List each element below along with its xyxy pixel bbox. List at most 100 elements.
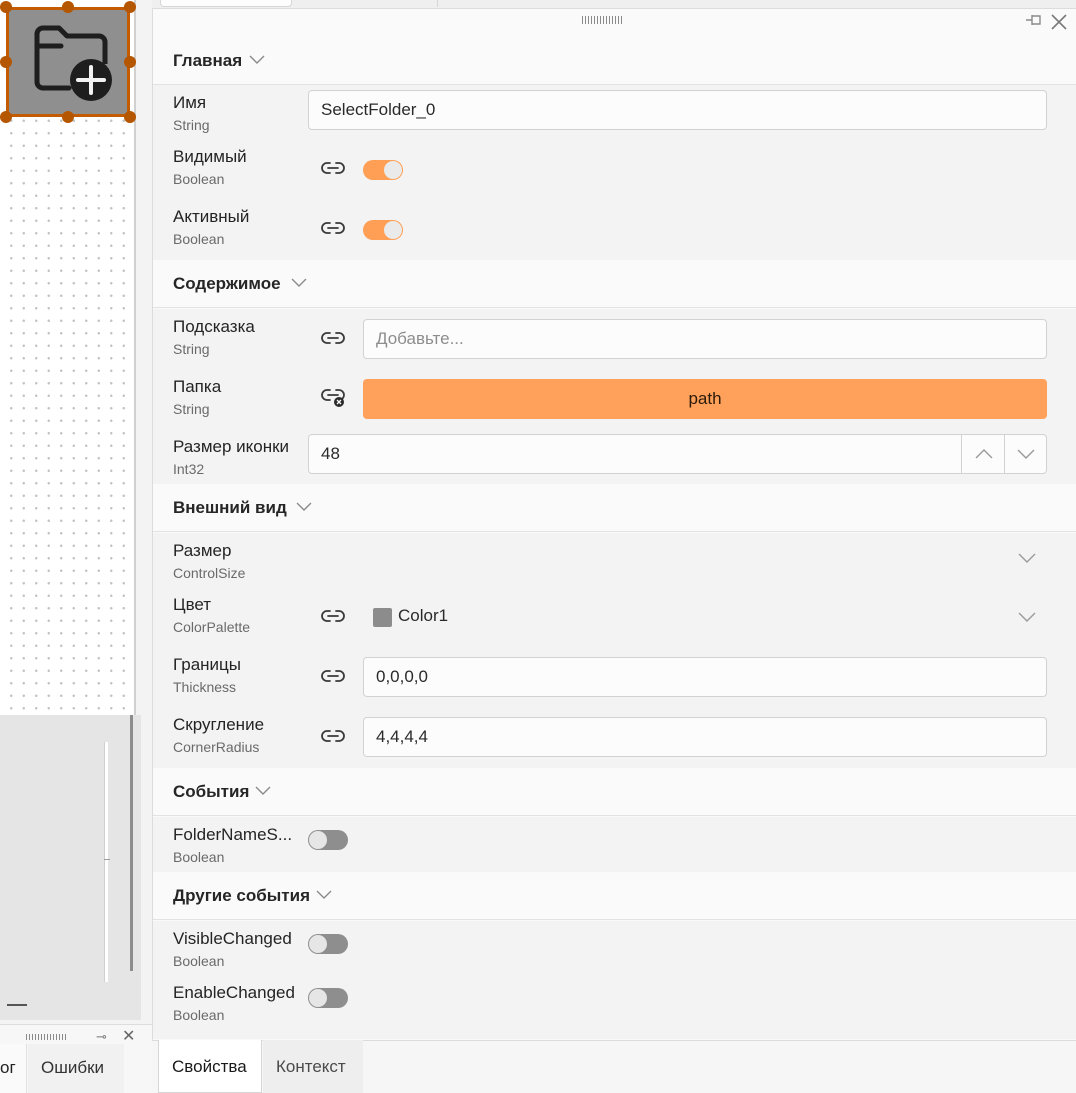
enable-changed-toggle[interactable] — [308, 988, 348, 1008]
prop-folder-type: String — [173, 401, 210, 417]
section-events-title: События — [173, 782, 250, 801]
link-icon[interactable] — [321, 330, 345, 346]
folder-path-button[interactable]: path — [363, 379, 1047, 419]
color-swatch[interactable] — [373, 608, 392, 627]
panel-grip-icon[interactable] — [582, 16, 624, 24]
link-icon[interactable] — [321, 728, 345, 744]
section-events-header[interactable]: События — [153, 768, 1076, 816]
minimize-bar-icon[interactable] — [7, 1004, 27, 1006]
hint-input[interactable]: Добавьте... — [363, 319, 1047, 359]
splitter-line[interactable] — [130, 715, 133, 971]
scrollbar-tick — [104, 859, 110, 860]
tab-log[interactable]: ог — [0, 1044, 27, 1093]
visible-toggle[interactable] — [363, 160, 403, 180]
link-icon[interactable] — [321, 220, 345, 236]
pin-icon[interactable] — [1024, 12, 1044, 28]
prop-color-type: ColorPalette — [173, 619, 251, 635]
chevron-down-icon[interactable] — [296, 502, 312, 512]
chevron-down-icon[interactable] — [1018, 612, 1036, 622]
tab-context[interactable]: Контекст — [263, 1040, 363, 1093]
close-icon[interactable]: ✕ — [122, 1026, 135, 1046]
tab-errors[interactable]: Ошибки — [28, 1044, 124, 1093]
chevron-down-icon[interactable] — [291, 278, 307, 288]
prop-borders-type: Thickness — [173, 679, 237, 695]
section-appearance-header[interactable]: Внешний вид — [153, 484, 1076, 532]
resize-handle-se[interactable] — [124, 111, 136, 123]
section-appearance-title: Внешний вид — [173, 498, 287, 517]
name-input[interactable]: SelectFolder_0 — [308, 90, 1047, 130]
visible-changed-toggle[interactable] — [308, 934, 348, 954]
prop-visible-type: Boolean — [173, 171, 225, 187]
prop-name-type: String — [173, 117, 210, 133]
prop-folder-name-selected-type: Boolean — [173, 849, 225, 865]
tab-properties[interactable]: Свойства — [158, 1040, 262, 1093]
prop-visible-changed-label: VisibleChanged — [173, 929, 292, 948]
link-icon[interactable] — [321, 608, 345, 624]
borders-input[interactable]: 0,0,0,0 — [363, 657, 1047, 697]
section-main-title: Главная — [173, 51, 243, 70]
prop-icon-size-type: Int32 — [173, 461, 205, 477]
unlink-icon[interactable] — [321, 387, 347, 409]
prop-size-type: ControlSize — [173, 565, 246, 581]
icon-size-stepper[interactable]: 48 — [308, 434, 1047, 474]
panel-grip-icon[interactable] — [26, 1034, 66, 1040]
canvas-edge — [134, 0, 136, 715]
prop-folder-name-selected-label: FolderNameS... — [173, 825, 293, 844]
resize-handle-ne[interactable] — [124, 1, 136, 13]
designer-lower-area — [0, 715, 141, 1020]
folder-name-selected-toggle[interactable] — [308, 830, 348, 850]
tab-log-label: ог — [0, 1058, 16, 1077]
prop-borders-label: Границы — [173, 655, 241, 674]
prop-visible-label: Видимый — [173, 147, 247, 166]
resize-handle-sw[interactable] — [0, 111, 12, 123]
prop-corner-type: CornerRadius — [173, 739, 260, 755]
resize-handle-w[interactable] — [0, 56, 12, 68]
section-other-events-title: Другие события — [173, 886, 310, 905]
selected-folder-control[interactable] — [0, 1, 136, 123]
vertical-scrollbar[interactable] — [104, 742, 108, 982]
folder-plus-icon — [34, 25, 112, 101]
resize-handle-nw[interactable] — [0, 1, 12, 13]
resize-handle-s[interactable] — [62, 111, 74, 123]
tab-properties-label: Свойства — [172, 1057, 247, 1076]
prop-visible-changed-type: Boolean — [173, 953, 225, 969]
stepper-down-button[interactable] — [1004, 435, 1046, 473]
chevron-down-icon[interactable] — [316, 890, 332, 900]
section-other-events-header[interactable]: Другие события — [153, 872, 1076, 920]
resize-handle-n[interactable] — [62, 1, 74, 13]
prop-name-label: Имя — [173, 93, 207, 112]
chevron-down-icon[interactable] — [249, 55, 265, 65]
size-dropdown[interactable] — [363, 538, 1047, 578]
link-icon[interactable] — [321, 668, 345, 684]
section-main-header[interactable]: Главная — [153, 37, 1076, 85]
prop-size-label: Размер — [173, 541, 232, 560]
corner-radius-input[interactable]: 4,4,4,4 — [363, 717, 1047, 757]
section-content-header[interactable]: Содержимое — [153, 260, 1076, 308]
top-tab-divider — [437, 0, 438, 7]
prop-enable-changed-type: Boolean — [173, 1007, 225, 1023]
prop-enabled-label: Активный — [173, 207, 250, 226]
stepper-up-button[interactable] — [961, 435, 1004, 473]
resize-handle-e[interactable] — [124, 56, 136, 68]
prop-folder-label: Папка — [173, 377, 222, 396]
tab-errors-label: Ошибки — [41, 1058, 105, 1077]
color-dropdown-value[interactable]: Color1 — [398, 606, 448, 626]
chevron-down-icon — [1017, 449, 1035, 459]
link-icon[interactable] — [321, 160, 345, 176]
tab-context-label: Контекст — [276, 1057, 346, 1076]
icon-size-value[interactable]: 48 — [321, 435, 340, 473]
enabled-toggle[interactable] — [363, 220, 403, 240]
top-tab[interactable] — [160, 0, 292, 7]
chevron-down-icon[interactable] — [255, 786, 271, 796]
prop-corner-label: Скругление — [173, 715, 265, 734]
prop-hint-type: String — [173, 341, 210, 357]
chevron-down-icon[interactable] — [1018, 553, 1036, 563]
prop-hint-label: Подсказка — [173, 317, 255, 336]
prop-enable-changed-label: EnableChanged — [173, 983, 295, 1002]
section-content-title: Содержимое — [173, 274, 281, 293]
pin-icon[interactable]: ⊸ — [96, 1029, 107, 1045]
prop-color-label: Цвет — [173, 595, 212, 614]
prop-enabled-type: Boolean — [173, 231, 225, 247]
prop-icon-size-label: Размер иконки — [173, 437, 290, 456]
close-icon[interactable] — [1050, 13, 1068, 31]
